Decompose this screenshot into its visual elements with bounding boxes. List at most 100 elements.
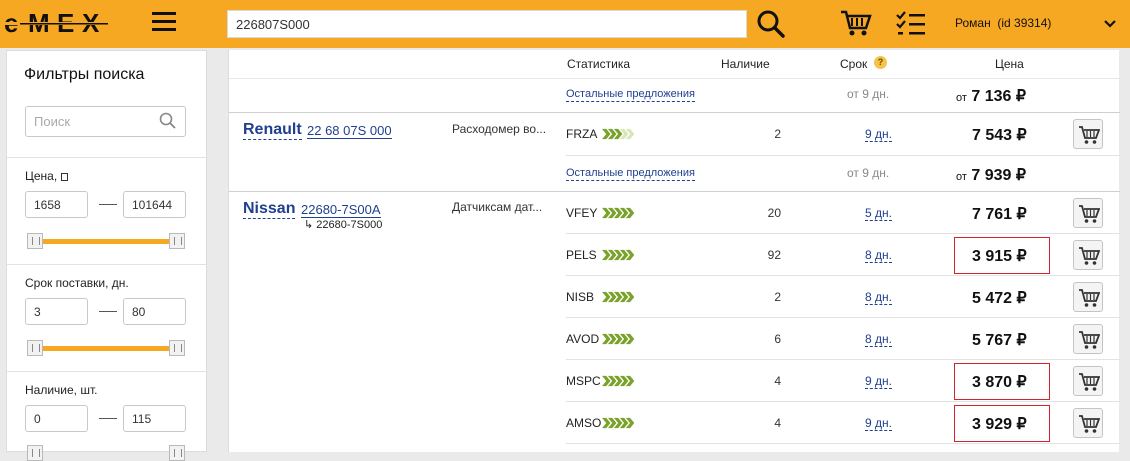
other-offers-price: от 7 939 ₽ — [956, 167, 1027, 184]
row-divider — [566, 359, 1120, 360]
search-icon[interactable] — [756, 9, 786, 39]
brand-link[interactable]: Renault — [243, 121, 302, 140]
brand-link[interactable]: Nissan — [243, 200, 296, 219]
supplier-code: NISB — [566, 290, 595, 304]
stock-slider-max-handle[interactable] — [169, 445, 185, 461]
search-icon[interactable] — [159, 112, 177, 130]
row-divider — [566, 443, 1120, 444]
stock-quantity: 4 — [774, 416, 781, 430]
part-number-link[interactable]: 22 68 07S 000 — [307, 123, 392, 139]
delivery-days-link[interactable]: 8 дн. — [865, 248, 892, 263]
cart-icon — [1079, 126, 1100, 144]
cart-icon — [1079, 331, 1100, 349]
supplier-code: VFEY — [566, 206, 598, 220]
other-offers-link[interactable]: Остальные предложения — [566, 167, 695, 181]
search-input[interactable] — [227, 10, 747, 38]
other-offers-link[interactable]: Остальные предложения — [566, 88, 695, 102]
add-to-cart-button[interactable] — [1073, 408, 1103, 438]
supplier-code: FRZA — [566, 127, 598, 141]
supplier-rating-icon — [602, 291, 635, 303]
offer-price: 7 543 ₽ — [972, 127, 1027, 144]
delivery-days-link[interactable]: 9 дн. — [865, 374, 892, 389]
column-header-stats[interactable]: Статистика — [567, 57, 630, 71]
stock-quantity: 2 — [774, 127, 781, 141]
supplier-code: MSPC — [566, 374, 601, 388]
delivery-days-link[interactable]: 8 дн. — [865, 332, 892, 347]
range-dash — [99, 311, 117, 312]
delivery-days-link[interactable]: 9 дн. — [865, 416, 892, 431]
user-account-label[interactable]: Роман (id 39314) — [955, 16, 1051, 30]
delivery-slider-track — [29, 346, 184, 351]
add-to-cart-button[interactable] — [1073, 119, 1103, 149]
help-icon[interactable]: ? — [874, 56, 887, 69]
supplier-code: AVOD — [566, 332, 600, 346]
delivery-slider-max-handle[interactable] — [169, 340, 185, 356]
supplier-code: PELS — [566, 248, 597, 262]
header-divider — [229, 78, 1120, 79]
column-header-price[interactable]: Цена — [995, 57, 1024, 71]
other-offers-days: от 9 дн. — [847, 87, 890, 101]
row-divider — [566, 155, 1120, 156]
supplier-rating-icon — [602, 128, 635, 140]
stock-quantity: 6 — [774, 332, 781, 346]
column-header-term[interactable]: Срок — [840, 57, 867, 71]
emex-logo[interactable]: e M E X — [4, 10, 114, 38]
supplier-code: AMSO — [566, 416, 602, 430]
cart-icon[interactable] — [840, 9, 872, 37]
price-filter-label: Цена, — [25, 169, 68, 183]
supplier-rating-icon — [602, 249, 635, 261]
column-header-stock[interactable]: Наличие — [721, 57, 770, 71]
other-offers-days: от 9 дн. — [847, 166, 890, 180]
cart-icon — [1079, 205, 1100, 223]
range-dash — [99, 418, 117, 419]
offer-price: 3 915 ₽ — [972, 248, 1027, 265]
add-to-cart-button[interactable] — [1073, 282, 1103, 312]
menu-icon[interactable] — [152, 12, 176, 34]
range-dash — [99, 204, 117, 205]
supplier-rating-icon — [602, 207, 635, 219]
supplier-rating-icon — [602, 375, 635, 387]
results-table: Статистика Наличие Срок ? Цена Остальные… — [228, 50, 1120, 452]
price-min-input[interactable] — [25, 191, 88, 218]
offer-price: 3 870 ₽ — [972, 374, 1027, 391]
divider — [7, 371, 206, 372]
delivery-days-link[interactable]: 8 дн. — [865, 290, 892, 305]
part-description: Датчиксам дат... — [452, 200, 543, 214]
offer-price: 7 761 ₽ — [972, 206, 1027, 223]
delivery-days-link[interactable]: 9 дн. — [865, 127, 892, 142]
stock-quantity: 2 — [774, 290, 781, 304]
stock-filter-label: Наличие, шт. — [25, 383, 98, 397]
row-divider — [566, 275, 1120, 276]
price-slider-min-handle[interactable] — [27, 233, 43, 249]
price-slider-track — [29, 239, 184, 244]
row-divider — [566, 233, 1120, 234]
currency-icon — [60, 173, 68, 181]
replacement-number: ↳ 22680-7S000 — [304, 219, 383, 231]
supplier-rating-icon — [602, 333, 635, 345]
add-to-cart-button[interactable] — [1073, 366, 1103, 396]
arrow-return-icon: ↳ — [304, 219, 317, 231]
stock-min-input[interactable] — [25, 405, 88, 432]
delivery-slider-min-handle[interactable] — [27, 340, 43, 356]
offer-price: 5 767 ₽ — [972, 332, 1027, 349]
price-slider-max-handle[interactable] — [169, 233, 185, 249]
price-max-input[interactable] — [123, 191, 186, 218]
stock-quantity: 92 — [767, 248, 781, 262]
add-to-cart-button[interactable] — [1073, 198, 1103, 228]
checklist-icon[interactable] — [895, 10, 927, 38]
filters-title: Фильтры поиска — [24, 66, 145, 83]
stock-max-input[interactable] — [123, 405, 186, 432]
delivery-max-input[interactable] — [123, 298, 186, 325]
delivery-min-input[interactable] — [25, 298, 88, 325]
row-divider — [566, 401, 1120, 402]
add-to-cart-button[interactable] — [1073, 240, 1103, 270]
group-divider — [229, 112, 1120, 113]
stock-slider-min-handle[interactable] — [27, 445, 43, 461]
delivery-days-link[interactable]: 5 дн. — [865, 206, 892, 221]
chevron-down-icon[interactable] — [1103, 18, 1117, 30]
cart-icon — [1079, 247, 1100, 265]
part-number-link[interactable]: 22680-7S00A — [301, 202, 381, 218]
offer-price: 5 472 ₽ — [972, 290, 1027, 307]
cart-icon — [1079, 289, 1100, 307]
add-to-cart-button[interactable] — [1073, 324, 1103, 354]
